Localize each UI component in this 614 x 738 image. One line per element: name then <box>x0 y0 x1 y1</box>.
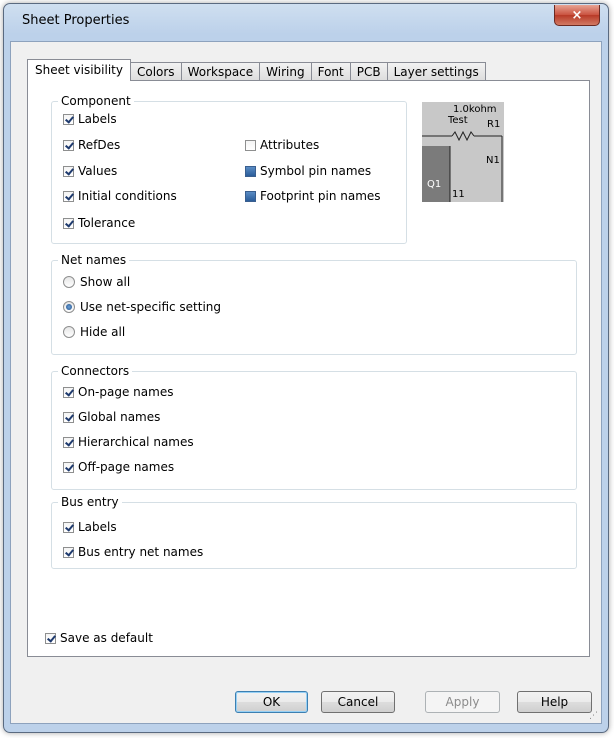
checkbox-box[interactable] <box>245 190 256 202</box>
footprint-pin-names-checkbox[interactable]: Footprint pin names <box>245 189 381 203</box>
labels-checkbox[interactable]: Labels <box>63 112 117 126</box>
bus-labels-checkbox[interactable]: Labels <box>63 520 117 534</box>
refdes-checkbox[interactable]: RefDes <box>63 138 120 152</box>
tab-colors[interactable]: Colors <box>129 62 182 81</box>
preview-tolerance-label: Test <box>448 115 468 126</box>
checkbox-box[interactable] <box>245 139 256 151</box>
checkbox-label: Initial conditions <box>78 189 177 203</box>
checkbox-label: Footprint pin names <box>260 189 381 203</box>
net-names-group: Net names Show all Use net-specific sett… <box>51 253 577 355</box>
checkbox-box[interactable] <box>63 190 74 202</box>
radio-label: Show all <box>80 275 131 289</box>
hierarchical-names-checkbox[interactable]: Hierarchical names <box>63 435 194 449</box>
preview-value-label: 1.0kohm <box>453 104 497 115</box>
checkbox-box[interactable] <box>63 139 74 151</box>
values-checkbox[interactable]: Values <box>63 164 117 178</box>
checkbox-label: Values <box>78 164 118 178</box>
bus-entry-group: Bus entry Labels Bus entry net names <box>51 495 577 569</box>
checkbox-label: Symbol pin names <box>260 164 372 178</box>
checkbox-box[interactable] <box>63 113 74 125</box>
checkbox-label: Tolerance <box>78 216 136 230</box>
checkbox-label: Labels <box>78 520 117 534</box>
radio-circle[interactable] <box>63 301 75 313</box>
resize-grip-icon[interactable]: ⋰ <box>589 711 599 721</box>
radio-label: Use net-specific setting <box>80 300 222 314</box>
component-preview: 1.0kohm Test R1 N1 Q1 11 <box>422 102 504 202</box>
cancel-button[interactable]: Cancel <box>321 691 395 713</box>
checkbox-label: Save as default <box>60 631 153 645</box>
checkbox-box[interactable] <box>63 461 74 473</box>
on-page-names-checkbox[interactable]: On-page names <box>63 385 173 399</box>
checkbox-label: Global names <box>78 410 161 424</box>
ok-button[interactable]: OK <box>235 691 308 713</box>
tab-wiring[interactable]: Wiring <box>259 62 312 81</box>
dialog-window: Sheet Properties × Sheet visibility Colo… <box>3 3 609 733</box>
checkbox-label: Bus entry net names <box>78 545 204 559</box>
connectors-group-title: Connectors <box>58 364 133 378</box>
tolerance-checkbox[interactable]: Tolerance <box>63 216 135 230</box>
checkbox-label: RefDes <box>78 138 121 152</box>
help-button[interactable]: Help <box>517 691 592 713</box>
use-net-specific-radio[interactable]: Use net-specific setting <box>63 300 221 314</box>
tab-font[interactable]: Font <box>310 62 351 81</box>
tab-workspace[interactable]: Workspace <box>180 62 261 81</box>
tab-panel: Component Labels RefDes Values Initial c… <box>27 80 590 657</box>
checkbox-box[interactable] <box>63 546 74 558</box>
checkbox-box[interactable] <box>63 521 74 533</box>
checkbox-label: Off-page names <box>78 460 175 474</box>
component-group: Component Labels RefDes Values Initial c… <box>51 94 407 244</box>
bus-entry-net-names-checkbox[interactable]: Bus entry net names <box>63 545 203 559</box>
radio-label: Hide all <box>80 325 126 339</box>
tab-layer-settings[interactable]: Layer settings <box>386 62 486 81</box>
checkbox-label: Labels <box>78 112 117 126</box>
preview-transistor-label: Q1 <box>427 179 442 190</box>
net-names-group-title: Net names <box>58 253 130 267</box>
window-title: Sheet Properties <box>22 13 130 28</box>
checkbox-box[interactable] <box>63 165 74 177</box>
tab-strip: Sheet visibility Colors Workspace Wiring… <box>27 59 486 81</box>
radio-circle[interactable] <box>63 326 75 338</box>
dialog-client-area: Sheet visibility Colors Workspace Wiring… <box>10 41 602 724</box>
checkbox-box[interactable] <box>63 217 74 229</box>
checkbox-box[interactable] <box>45 632 56 644</box>
checkbox-box[interactable] <box>245 165 256 177</box>
symbol-pin-names-checkbox[interactable]: Symbol pin names <box>245 164 371 178</box>
checkbox-box[interactable] <box>63 436 74 448</box>
checkbox-box[interactable] <box>63 411 74 423</box>
checkbox-label: Hierarchical names <box>78 435 194 449</box>
attributes-checkbox[interactable]: Attributes <box>245 138 319 152</box>
checkbox-label: Attributes <box>260 138 320 152</box>
checkbox-box[interactable] <box>63 386 74 398</box>
show-all-radio[interactable]: Show all <box>63 275 130 289</box>
initial-conditions-checkbox[interactable]: Initial conditions <box>63 189 177 203</box>
tab-pcb[interactable]: PCB <box>349 62 388 81</box>
preview-net-label: N1 <box>486 155 500 166</box>
tab-sheet-visibility[interactable]: Sheet visibility <box>27 59 131 81</box>
bus-entry-group-title: Bus entry <box>58 495 122 509</box>
hide-all-radio[interactable]: Hide all <box>63 325 125 339</box>
save-as-default-checkbox[interactable]: Save as default <box>45 631 153 645</box>
connectors-group: Connectors On-page names Global names Hi… <box>51 364 577 490</box>
off-page-names-checkbox[interactable]: Off-page names <box>63 460 174 474</box>
radio-circle[interactable] <box>63 276 75 288</box>
close-button[interactable]: × <box>554 5 600 26</box>
preview-refdes-label: R1 <box>487 119 501 130</box>
component-group-title: Component <box>58 94 134 108</box>
apply-button[interactable]: Apply <box>425 691 500 713</box>
global-names-checkbox[interactable]: Global names <box>63 410 160 424</box>
preview-pin-label: 11 <box>452 189 465 200</box>
checkbox-label: On-page names <box>78 385 174 399</box>
